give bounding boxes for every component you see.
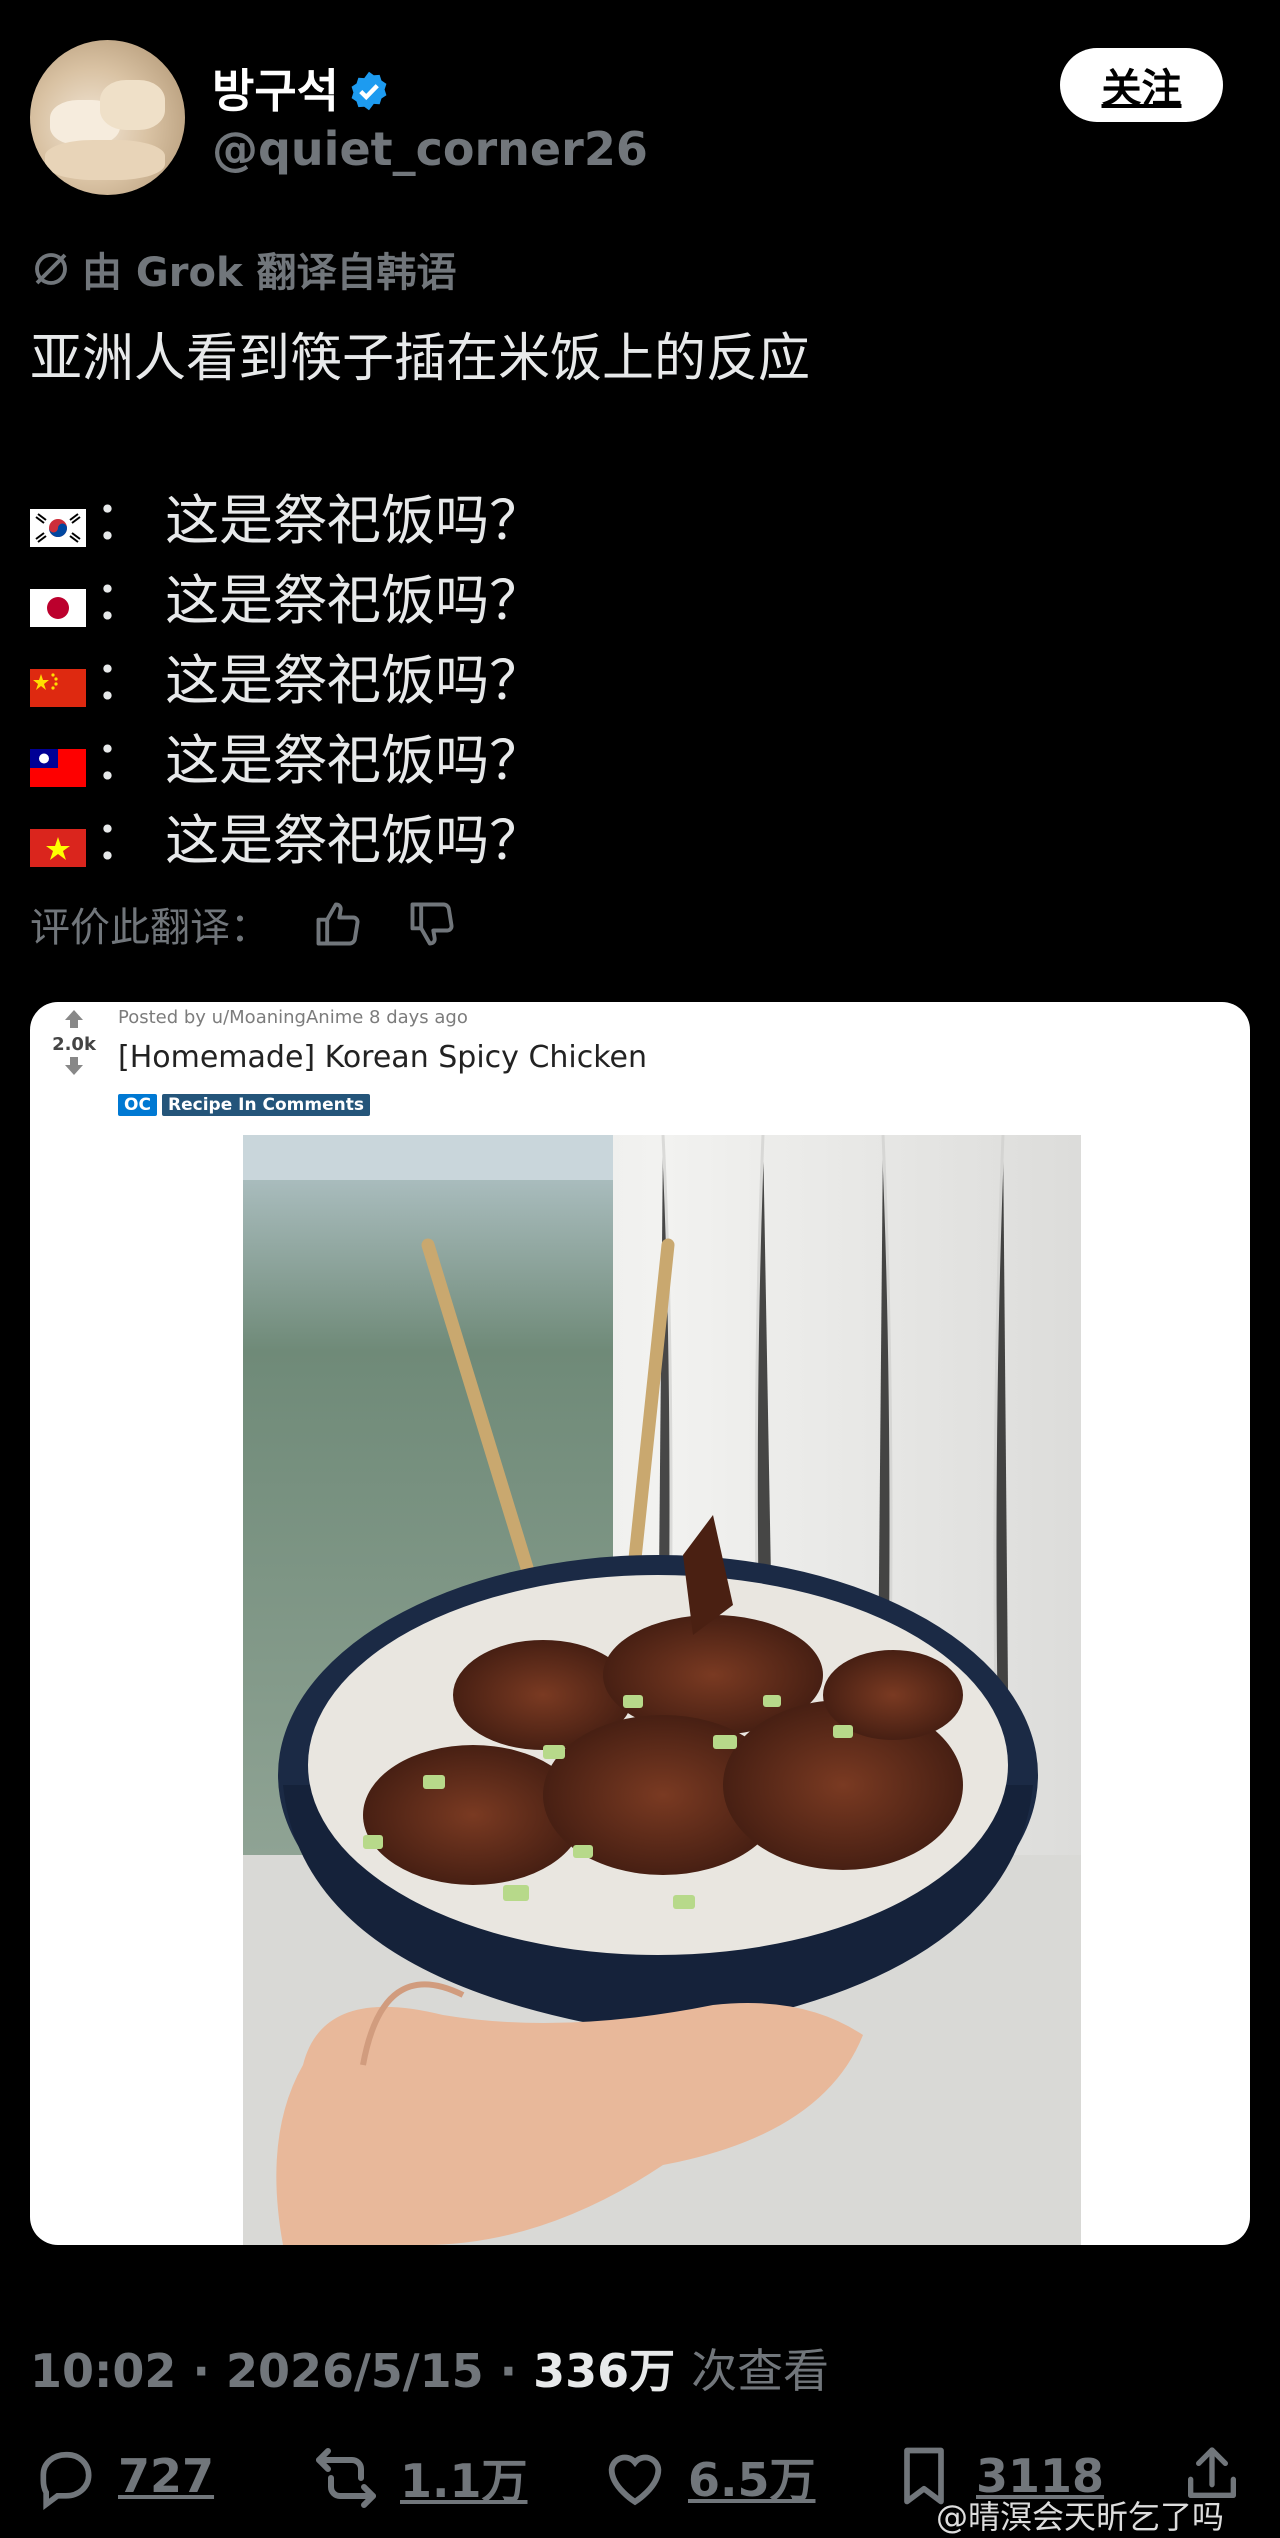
handle[interactable]: @quiet_corner26: [212, 122, 648, 176]
reaction-line-vietnam: ： 这是祭祀饭吗？: [30, 796, 543, 875]
japan-flag-icon: [30, 577, 86, 627]
repost-button[interactable]: 1.1万: [310, 2442, 528, 2514]
views-label: 次查看: [691, 2344, 830, 2398]
vote-column: 2.0k: [30, 1002, 118, 1081]
watermark: @晴溟会天昕乞了吗: [936, 2498, 1225, 2536]
rate-translation: 评价此翻译：: [30, 895, 458, 953]
repost-count: 1.1万: [400, 2454, 528, 2508]
media-card[interactable]: 2.0k Posted by u/MoaningAnime 8 days ago…: [30, 1002, 1250, 2245]
verified-badge-icon: [351, 71, 387, 111]
thumbs-down-icon[interactable]: [406, 898, 458, 950]
follow-button[interactable]: 关注: [1060, 48, 1223, 122]
reply-button[interactable]: 727: [32, 2442, 214, 2510]
china-flag-icon: [30, 657, 86, 707]
reply-count: 727: [118, 2449, 215, 2503]
reply-icon: [40, 2451, 92, 2510]
reaction-text: ： 这是祭祀饭吗？: [94, 649, 544, 712]
rate-translation-label: 评价此翻译：: [30, 905, 270, 951]
display-name-text: 방구석: [212, 64, 339, 118]
post-time: 10:02: [30, 2344, 177, 2398]
post-date: 2026/5/15: [225, 2344, 484, 2398]
food-photo: [243, 1135, 1081, 2245]
flair-oc: OC: [118, 1094, 157, 1116]
heart-icon: [608, 2454, 662, 2506]
reaction-text: ： 这是祭祀饭吗？: [94, 569, 544, 632]
translation-note[interactable]: 由 Grok 翻译自韩语: [30, 240, 457, 298]
downvote-arrow-icon: [30, 1055, 118, 1081]
thumbs-up-icon[interactable]: [312, 898, 364, 950]
tweet-text: 亚洲人看到筷子插在米饭上的反应: [30, 329, 811, 389]
south-korea-flag-icon: [30, 497, 86, 547]
reaction-line-taiwan: ： 这是祭祀饭吗？: [30, 716, 543, 795]
reaction-line-china: ： 这是祭祀饭吗？: [30, 636, 543, 715]
reaction-text: ： 这是祭祀饭吗？: [94, 809, 544, 872]
like-count: 6.5万: [688, 2453, 816, 2507]
post-title: [Homemade] Korean Spicy Chicken: [118, 1040, 648, 1075]
taiwan-flag-icon: [30, 737, 86, 787]
repost-icon: [316, 2448, 376, 2508]
view-count: 336万: [533, 2344, 676, 2398]
reaction-text: ： 这是祭祀饭吗？: [94, 729, 544, 792]
display-name[interactable]: 방구석: [212, 55, 391, 121]
reaction-line-japan: ： 这是祭祀饭吗？: [30, 556, 543, 635]
vietnam-flag-icon: [30, 817, 86, 867]
grok-icon: [35, 253, 67, 285]
avatar[interactable]: [30, 40, 185, 195]
flair-recipe: Recipe In Comments: [162, 1094, 370, 1116]
like-button[interactable]: 6.5万: [600, 2442, 816, 2512]
reaction-text: ： 这是祭祀饭吗？: [94, 489, 544, 552]
translation-note-text: 由 Grok 翻译自韩语: [82, 250, 457, 296]
upvote-arrow-icon: [30, 1008, 118, 1034]
posted-by: Posted by u/MoaningAnime 8 days ago: [118, 1007, 468, 1028]
post-meta: 10:02 · 2026/5/15 · 336万 次查看: [30, 2344, 830, 2398]
reaction-line-korea: ： 这是祭祀饭吗？: [30, 476, 543, 555]
vote-count: 2.0k: [52, 1034, 96, 1055]
